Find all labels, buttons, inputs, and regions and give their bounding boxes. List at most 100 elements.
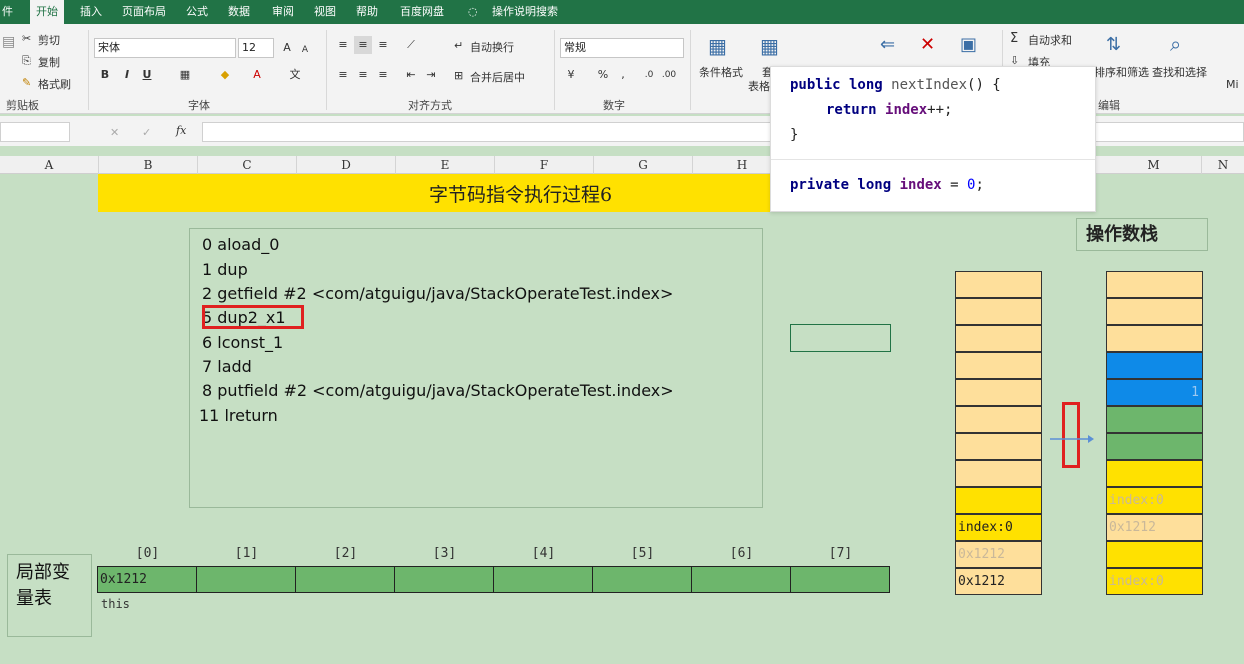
code-line-3: } [790,127,799,143]
align-left-icon[interactable]: ≡ [334,66,352,84]
stack-slot [1106,541,1203,568]
tab-page-layout[interactable]: 页面布局 [116,0,172,24]
stack-slot [955,460,1042,487]
border-icon[interactable]: ▦ [176,66,194,84]
bytecode-line: 6 lconst_1 [202,333,284,352]
underline-button[interactable]: U [138,66,156,84]
currency-icon[interactable]: ¥ [562,66,580,84]
lv-slot [394,566,494,593]
name-box[interactable] [0,122,70,142]
stack-slot [1106,460,1203,487]
column-header-g[interactable]: G [594,156,693,174]
merge-icon[interactable]: ⊞ [454,69,463,82]
enter-button[interactable]: ✓ [142,126,151,139]
find-select-button[interactable]: 查找和选择 [1152,64,1207,80]
orientation-icon[interactable]: ⟋ [402,36,420,54]
tab-data[interactable]: 数据 [222,0,256,24]
wrap-text-button[interactable]: 自动换行 [470,39,514,55]
tab-file[interactable]: 件 [0,0,19,24]
sort-filter-button[interactable]: 排序和筛选 [1094,64,1149,80]
column-header-d[interactable]: D [297,156,396,174]
column-header-b[interactable]: B [99,156,198,174]
copy-button[interactable]: 复制 [38,54,60,70]
ribbon-tab-bar: 件 开始 插入 页面布局 公式 数据 审阅 视图 帮助 百度网盘 ◌ 操作说明搜… [0,0,1244,24]
sigma-icon[interactable]: Σ [1010,31,1018,46]
separator [690,30,691,110]
right-stack: 1 index:0 0x1212 index:0 [1106,271,1203,595]
scissors-icon[interactable]: ✂ [22,32,31,45]
tell-me-search[interactable]: 操作说明搜索 [486,0,564,24]
delete-icon[interactable]: ✕ [920,34,935,55]
fill-color-icon[interactable]: ◆ [216,66,234,84]
tab-view[interactable]: 视图 [308,0,342,24]
tab-insert[interactable]: 插入 [74,0,108,24]
bold-button[interactable]: B [96,66,114,84]
stack-slot [1106,433,1203,460]
fx-button[interactable]: fx [176,124,186,137]
indent-decrease-icon[interactable]: ⇤ [402,66,420,84]
tab-help[interactable]: 帮助 [350,0,384,24]
column-header-e[interactable]: E [396,156,495,174]
lightbulb-icon: ◌ [468,5,478,18]
comma-button[interactable]: , [614,66,632,84]
number-format-select[interactable]: 常规 [560,38,684,58]
phonetic-icon[interactable]: 文 [286,66,304,84]
column-header-f[interactable]: F [495,156,594,174]
tab-formulas[interactable]: 公式 [180,0,214,24]
lv-index: [2] [333,546,358,561]
column-header-a[interactable]: A [0,156,99,174]
font-grow-button[interactable]: A [278,39,296,57]
insert-icon[interactable]: ⇐ [880,34,895,55]
left-stack: index:0 0x1212 0x1212 [955,271,1042,595]
wrap-icon[interactable]: ↵ [454,39,463,52]
tab-home[interactable]: 开始 [30,0,64,24]
sort-filter-icon[interactable]: ⇅ [1106,34,1121,55]
align-bottom-icon[interactable]: ≡ [374,36,392,54]
conditional-format-button[interactable]: 条件格式 [699,64,743,80]
autosum-button[interactable]: 自动求和 [1028,32,1072,48]
stack-slot [1106,406,1203,433]
tab-review[interactable]: 审阅 [266,0,300,24]
brush-icon[interactable]: ✎ [22,76,31,89]
lv-index: [4] [531,546,556,561]
align-top-icon[interactable]: ≡ [334,36,352,54]
paste-icon[interactable]: ▤ [2,34,15,50]
code-popup: public long nextIndex() { return index++… [770,66,1096,212]
format-table-icon[interactable]: ▦ [760,34,779,58]
bytecode-line: 0 aload_0 [202,235,280,254]
decrease-decimal-icon[interactable]: .00 [660,66,678,84]
lv-slot [790,566,890,593]
copy-icon[interactable]: ⎘ [22,54,31,68]
find-icon[interactable]: ⌕ [1170,32,1181,56]
font-color-icon[interactable]: A [248,66,266,84]
merge-center-button[interactable]: 合并后居中 [470,69,525,85]
bytecode-line: 11 lreturn [199,406,278,425]
italic-button[interactable]: I [118,66,136,84]
column-header-c[interactable]: C [198,156,297,174]
tab-baidu-netdisk[interactable]: 百度网盘 [394,0,450,24]
font-name-select[interactable]: 宋体 [94,38,236,58]
format-icon[interactable]: ▣ [960,34,977,55]
bytecode-box: 0 aload_0 1 dup 2 getfield #2 <com/atgui… [189,228,763,508]
format-painter-button[interactable]: 格式刷 [38,76,71,92]
cancel-button[interactable]: ✕ [110,126,119,139]
align-middle-icon[interactable]: ≡ [354,36,372,54]
percent-button[interactable]: % [594,66,612,84]
font-size-select[interactable]: 12 [238,38,274,58]
font-shrink-button[interactable]: A [296,41,314,59]
format-table-label2: 表格 [748,80,770,93]
cut-button[interactable]: 剪切 [38,32,60,48]
selected-cell[interactable] [790,324,891,352]
lv-slot [196,566,296,593]
lv-slot [592,566,692,593]
indent-increase-icon[interactable]: ⇥ [422,66,440,84]
lv-index: [3] [432,546,457,561]
column-header-n[interactable]: N [1202,156,1244,174]
column-header-m[interactable]: M [1106,156,1202,174]
align-center-icon[interactable]: ≡ [354,66,372,84]
align-right-icon[interactable]: ≡ [374,66,392,84]
increase-decimal-icon[interactable]: .0 [640,66,658,84]
bytecode-line: 2 getfield #2 <com/atguigu/java/StackOpe… [202,284,674,303]
conditional-format-icon[interactable]: ▦ [708,34,727,58]
lv-slot0-name: this [101,597,130,611]
